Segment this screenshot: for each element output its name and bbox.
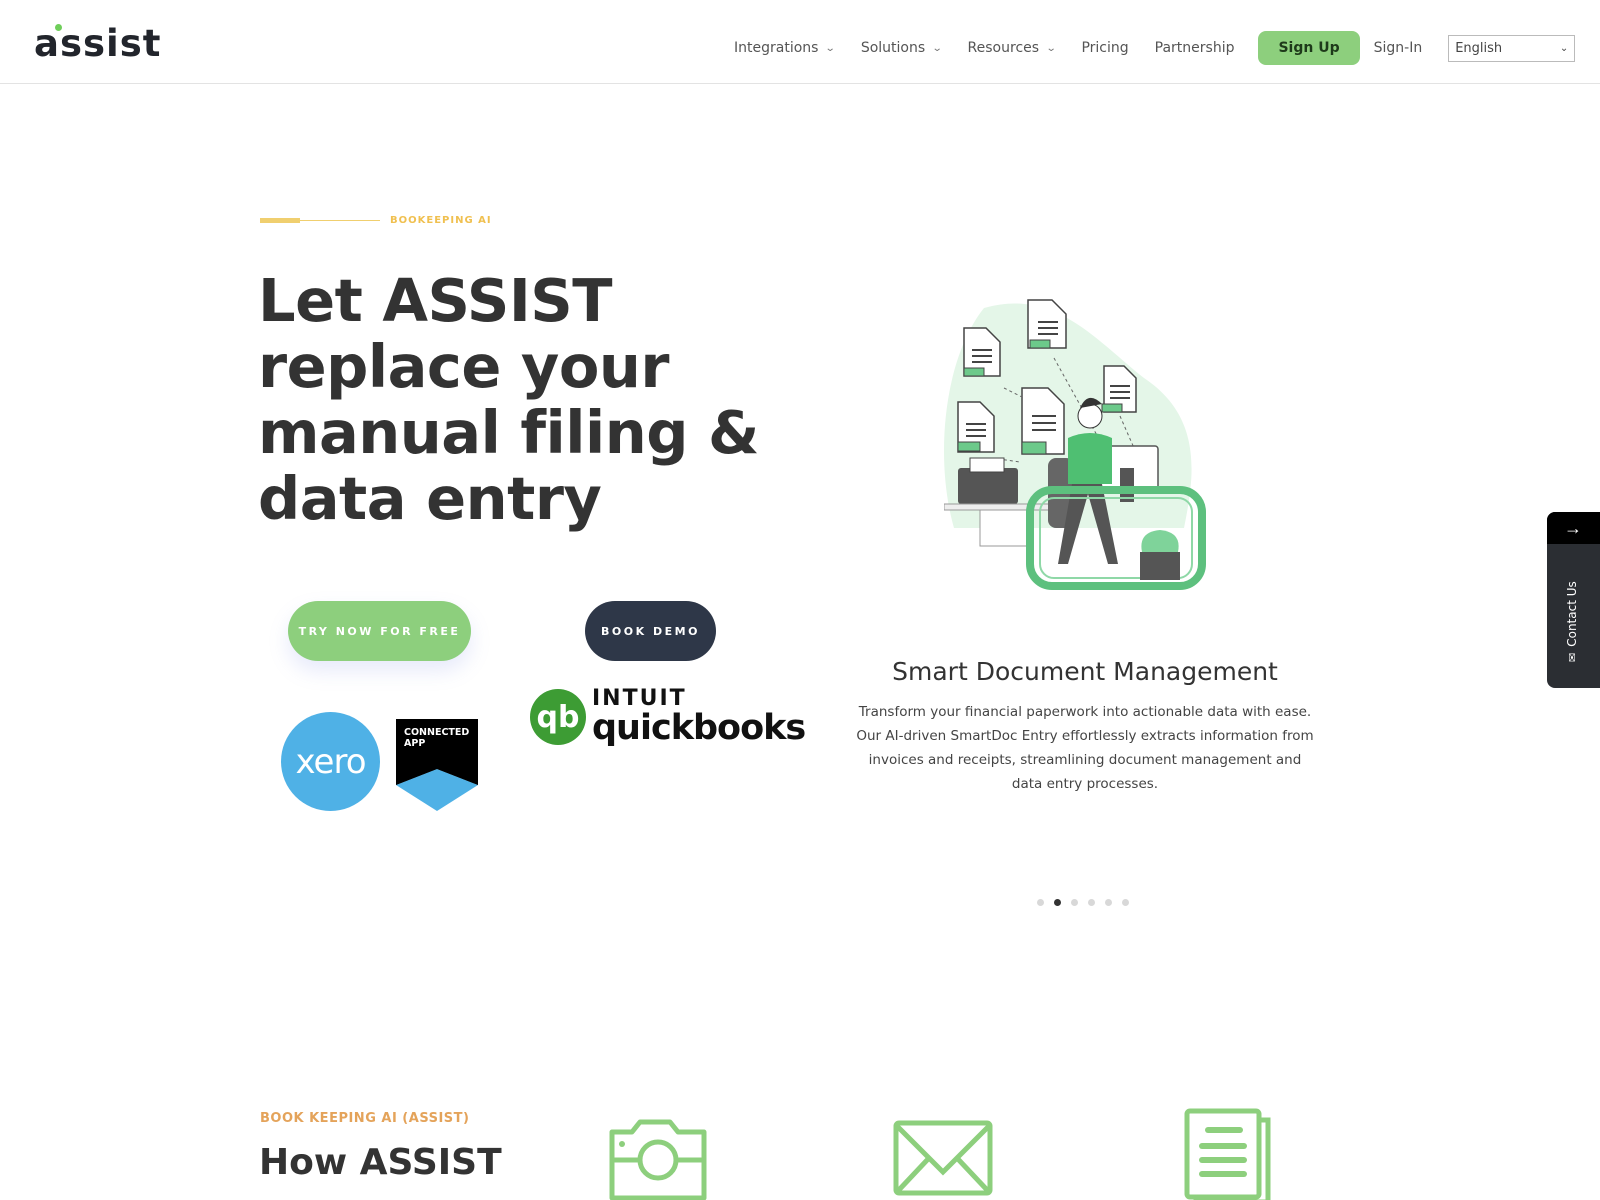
nav-integrations[interactable]: Integrations ⌄ <box>734 40 837 56</box>
eyebrow-accent-bar <box>260 218 300 223</box>
section-eyebrow: BOOK KEEPING AI (ASSIST) <box>260 1111 470 1126</box>
chevron-down-icon: ⌄ <box>825 42 837 54</box>
plant <box>1140 530 1180 580</box>
qb-wordmark: INTUIT quickbooks <box>592 686 806 748</box>
nav-label: Pricing <box>1081 40 1129 56</box>
slider-dot-3[interactable] <box>1071 899 1078 906</box>
sign-up-button[interactable]: Sign Up <box>1258 31 1360 65</box>
nav-partnership[interactable]: Partnership <box>1155 40 1235 56</box>
slide-title: Smart Document Management <box>892 657 1278 686</box>
slider-dot-4[interactable] <box>1088 899 1095 906</box>
logo-dot <box>55 24 62 31</box>
slider-dot-2[interactable] <box>1054 899 1061 906</box>
file-icon-pdf <box>1027 299 1067 349</box>
xero-logo: xero <box>281 712 380 811</box>
nav-label: Resources <box>967 40 1040 56</box>
qb-mark-icon: qb <box>530 689 586 745</box>
slider-dot-6[interactable] <box>1122 899 1129 906</box>
intuit-text: INTUIT <box>592 686 687 711</box>
badge-text: CONNECTED APP <box>404 727 470 749</box>
nav-solutions[interactable]: Solutions ⌄ <box>860 40 943 56</box>
language-select[interactable]: English ⌄ <box>1448 34 1576 62</box>
contact-us-label: Contact Us <box>1565 581 1579 647</box>
document-icon <box>1184 1108 1271 1200</box>
hero-title: Let ASSIST replace your manual filing & … <box>258 266 759 533</box>
chevron-down-icon: ⌄ <box>1559 42 1569 54</box>
language-value: English <box>1455 40 1503 56</box>
book-demo-button[interactable]: BOOK DEMO <box>585 601 716 661</box>
document-management-illustration <box>944 299 1206 590</box>
slide-description: Transform your financial paperwork into … <box>856 704 1314 792</box>
nav-pricing[interactable]: Pricing <box>1081 40 1128 56</box>
envelope-icon <box>893 1120 993 1196</box>
try-now-button[interactable]: TRY NOW FOR FREE <box>288 601 471 661</box>
sign-in-link[interactable]: Sign-In <box>1374 40 1423 56</box>
eyebrow-line <box>300 220 380 221</box>
camera-icon <box>609 1119 707 1200</box>
file-icon-doc <box>1101 365 1137 413</box>
chevron-down-icon: ⌄ <box>931 42 943 54</box>
quickbooks-logo: qb INTUIT quickbooks <box>530 686 806 748</box>
slider-dot-5[interactable] <box>1105 899 1112 906</box>
section-title: How ASSIST <box>259 1142 502 1183</box>
arrow-right-icon[interactable]: → <box>1547 512 1600 544</box>
mail-icon: ✉ <box>1565 652 1579 662</box>
nav-resources[interactable]: Resources ⌄ <box>967 40 1057 56</box>
site-header: assist Integrations ⌄ Solutions ⌄ Resour… <box>0 0 1600 84</box>
nav-label: Solutions <box>860 40 926 56</box>
eyebrow-label: BOOKEEPING AI <box>390 215 492 226</box>
nav-label: Integrations <box>734 40 819 56</box>
chevron-down-icon: ⌄ <box>1045 42 1057 54</box>
xero-connected-app-badge: CONNECTED APP <box>396 719 478 811</box>
hero-eyebrow: BOOKEEPING AI <box>260 215 492 226</box>
slider-dot-1[interactable] <box>1037 899 1044 906</box>
logo-text: assist <box>34 22 162 65</box>
quickbooks-text: quickbooks <box>592 708 806 748</box>
main-nav: Integrations ⌄ Solutions ⌄ Resources ⌄ P… <box>734 30 1576 66</box>
file-icon-txt <box>1021 387 1065 455</box>
nav-label: Partnership <box>1154 40 1235 56</box>
slider-pagination <box>1037 899 1139 906</box>
contact-us-label-wrap: ✉ Contact Us <box>1565 581 1579 662</box>
contact-us-tab[interactable]: → ✉ Contact Us <box>1547 512 1600 688</box>
assist-logo[interactable]: assist <box>34 22 161 65</box>
